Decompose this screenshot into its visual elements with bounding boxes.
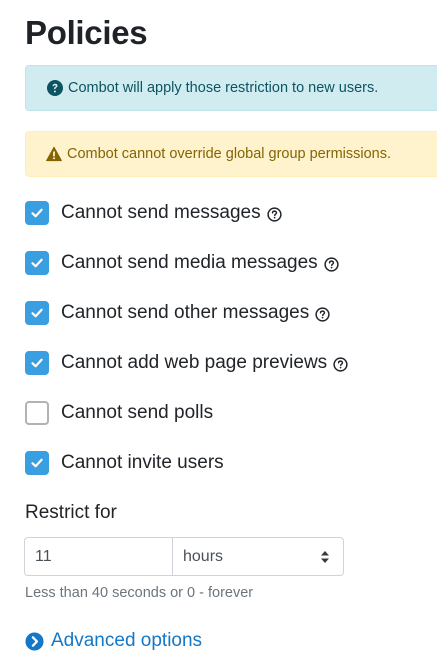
checkbox-checked[interactable] xyxy=(25,251,49,275)
check-icon xyxy=(31,308,43,318)
policy-send-polls[interactable]: Cannot send polls xyxy=(25,400,213,426)
help-icon[interactable] xyxy=(324,256,339,272)
policy-add-web-page-previews[interactable]: Cannot add web page previews xyxy=(25,350,348,376)
checkbox-unchecked[interactable] xyxy=(25,401,49,425)
warning-triangle-icon xyxy=(46,146,62,162)
checkbox-checked[interactable] xyxy=(25,201,49,225)
checkbox-checked[interactable] xyxy=(25,301,49,325)
info-alert-text: Combot will apply those restriction to n… xyxy=(68,80,379,96)
help-icon[interactable] xyxy=(266,206,282,222)
restrict-for-label: Restrict for xyxy=(25,502,117,523)
policy-label: Cannot send other messages xyxy=(61,302,310,323)
policy-label: Cannot add web page previews xyxy=(61,352,328,373)
sort-arrows-icon xyxy=(320,550,330,564)
policy-label: Cannot send polls xyxy=(61,402,214,423)
help-icon[interactable] xyxy=(333,356,348,372)
check-icon xyxy=(31,208,43,218)
restrict-unit-select[interactable]: hours xyxy=(172,537,344,576)
policy-label: Cannot send media messages xyxy=(61,252,318,273)
help-icon[interactable] xyxy=(315,306,330,322)
restrict-hint: Less than 40 seconds or 0 - forever xyxy=(25,585,254,601)
restrict-duration-group: hours xyxy=(24,537,344,576)
chevron-right-circle-icon xyxy=(25,631,44,651)
checkbox-checked[interactable] xyxy=(25,351,49,375)
question-circle-icon xyxy=(47,80,63,96)
check-icon xyxy=(31,358,43,368)
warning-alert-text: Combot cannot override global group perm… xyxy=(67,146,392,162)
warning-alert: Combot cannot override global group perm… xyxy=(25,131,437,177)
restrict-unit-value: hours xyxy=(183,547,224,565)
info-alert: Combot will apply those restriction to n… xyxy=(25,65,437,111)
check-icon xyxy=(31,458,43,468)
advanced-options-link[interactable]: Advanced options xyxy=(25,629,202,653)
policy-send-media-messages[interactable]: Cannot send media messages xyxy=(25,250,339,276)
policy-invite-users[interactable]: Cannot invite users xyxy=(25,450,224,476)
policy-send-other-messages[interactable]: Cannot send other messages xyxy=(25,300,330,326)
checkbox-checked[interactable] xyxy=(25,451,49,475)
policy-label: Cannot invite users xyxy=(61,452,224,473)
policy-send-messages[interactable]: Cannot send messages xyxy=(25,200,282,226)
restrict-duration-input[interactable] xyxy=(24,537,172,576)
advanced-options-label: Advanced options xyxy=(51,630,203,651)
page-title: Policies xyxy=(25,14,148,51)
policies-panel: Policies Combot will apply those restric… xyxy=(0,0,437,663)
policy-label: Cannot send messages xyxy=(61,202,261,223)
check-icon xyxy=(31,258,43,268)
